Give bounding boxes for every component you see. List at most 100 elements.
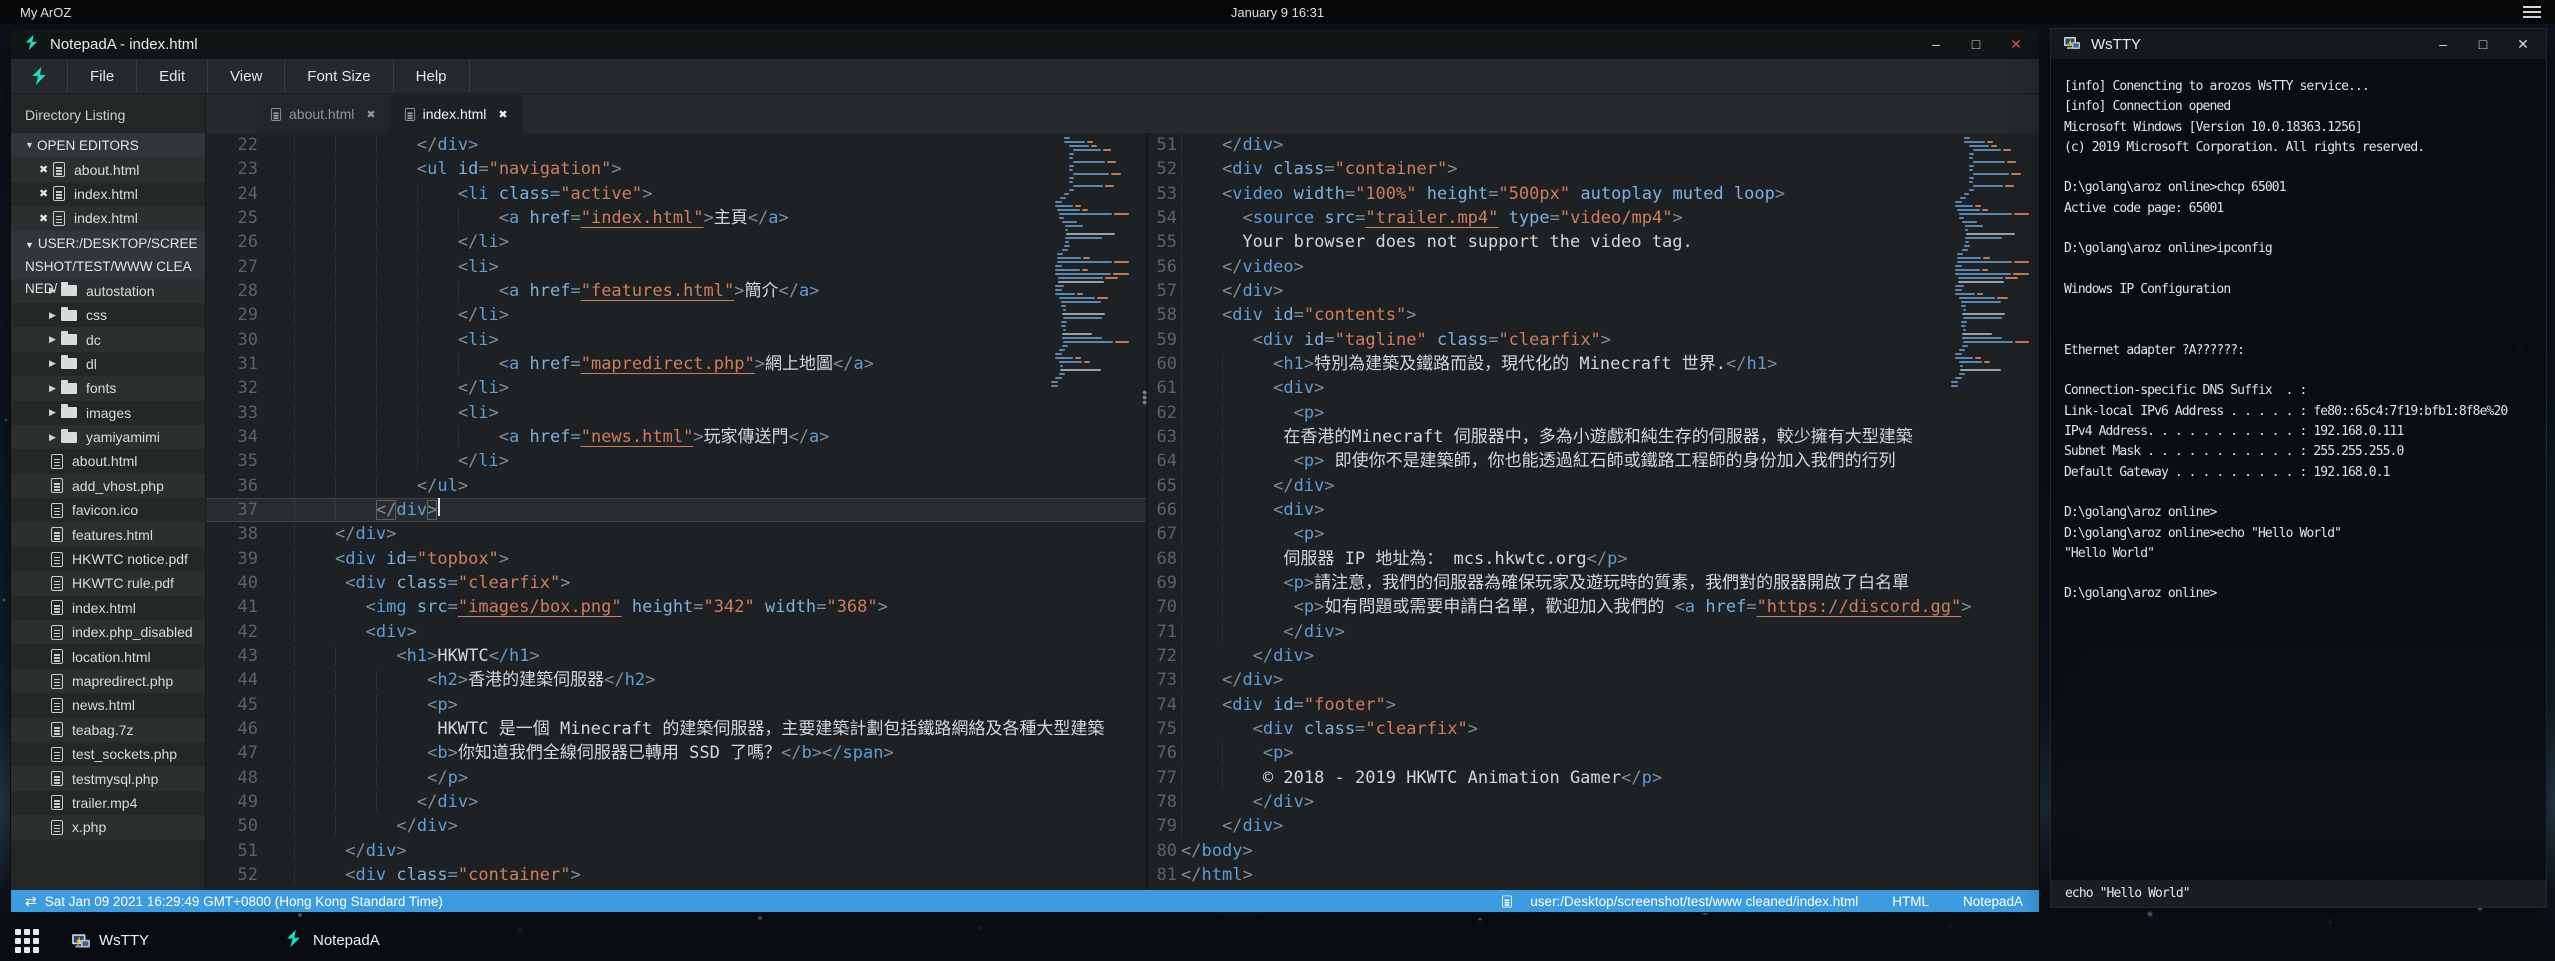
code-line-40[interactable]: 40 <div class="clearfix"> (206, 571, 1146, 595)
menu-item-help[interactable]: Help (394, 59, 470, 93)
code-line-26[interactable]: 26 </li> (206, 230, 1146, 254)
code-line-70[interactable]: 70 <p>如有問題或需要申請白名單，歡迎加入我們的 <a href="http… (1148, 595, 2039, 619)
open-editor-item[interactable]: ✖about.html (11, 157, 205, 181)
code-line-52[interactable]: 52 <div class="container"> (206, 863, 1146, 887)
code-line-32[interactable]: 32 </li> (206, 376, 1146, 400)
code-line-68[interactable]: 68 伺服器 IP 地址為： mcs.hkwtc.org</p> (1148, 547, 2039, 571)
file-item[interactable]: testmysql.php (11, 766, 205, 790)
code-line-72[interactable]: 72 </div> (1148, 644, 2039, 668)
notepada-titlebar[interactable]: NotepadA - index.html – □ ✕ (11, 29, 2039, 59)
code-line-65[interactable]: 65 </div> (1148, 474, 2039, 498)
close-button[interactable]: ✕ (2516, 36, 2530, 53)
hamburger-menu-icon[interactable] (2523, 6, 2541, 18)
statusbar-filepath[interactable]: user:/Desktop/screenshot/test/www cleane… (1530, 894, 1858, 909)
code-line-56[interactable]: 56 </video> (1148, 255, 2039, 279)
code-line-31[interactable]: 31 <a href="mapredirect.php">網上地圖</a> (206, 352, 1146, 376)
minimize-button[interactable]: – (1929, 36, 1943, 52)
code-line-37[interactable]: 37 </div> (206, 498, 1146, 522)
code-line-33[interactable]: 33 <li> (206, 401, 1146, 425)
minimap[interactable] (1051, 137, 1129, 389)
minimap[interactable] (1951, 137, 2029, 389)
code-line-79[interactable]: 79 </div> (1148, 814, 2039, 838)
code-line-77[interactable]: 77 © 2018 - 2019 HKWTC Animation Gamer</… (1148, 766, 2039, 790)
file-item[interactable]: features.html (11, 522, 205, 546)
app-launcher-grid-icon[interactable] (15, 929, 39, 953)
code-line-46[interactable]: 46 HKWTC 是一個 Minecraft 的建築伺服器，主要建築計劃包括鐵路… (206, 717, 1146, 741)
code-line-27[interactable]: 27 <li> (206, 255, 1146, 279)
close-icon[interactable]: ✖ (39, 212, 53, 225)
close-icon[interactable]: ✖ (498, 108, 507, 121)
maximize-button[interactable]: □ (2476, 36, 2490, 52)
code-line-42[interactable]: 42 <div> (206, 620, 1146, 644)
chevron-down-icon[interactable]: ▼ (25, 140, 37, 150)
open-editor-item[interactable]: ✖index.html (11, 206, 205, 230)
code-line-39[interactable]: 39 <div id="topbox"> (206, 547, 1146, 571)
code-line-38[interactable]: 38 </div> (206, 522, 1146, 546)
code-line-69[interactable]: 69 <p>請注意，我們的伺服器為確保玩家及遊玩時的質素，我們對的服器開啟了白名… (1148, 571, 2039, 595)
chevron-right-icon[interactable]: ▶ (49, 334, 61, 345)
code-line-80[interactable]: 80</body> (1148, 839, 2039, 863)
code-line-81[interactable]: 81</html> (1148, 863, 2039, 887)
file-item[interactable]: test_sockets.php (11, 742, 205, 766)
folder-item[interactable]: ▶dl (11, 352, 205, 376)
file-item[interactable]: location.html (11, 644, 205, 668)
file-item[interactable]: HKWTC rule.pdf (11, 571, 205, 595)
code-line-48[interactable]: 48 </p> (206, 766, 1146, 790)
code-line-74[interactable]: 74 <div id="footer"> (1148, 693, 2039, 717)
code-line-28[interactable]: 28 <a href="features.html">簡介</a> (206, 279, 1146, 303)
minimize-button[interactable]: – (2436, 36, 2450, 52)
file-item[interactable]: mapredirect.php (11, 669, 205, 693)
maximize-button[interactable]: □ (1969, 36, 1983, 52)
code-line-61[interactable]: 61 <div> (1148, 376, 2039, 400)
code-line-22[interactable]: 22 </div> (206, 133, 1146, 157)
chevron-right-icon[interactable]: ▶ (49, 285, 61, 296)
chevron-right-icon[interactable]: ▶ (49, 358, 61, 369)
code-line-78[interactable]: 78 </div> (1148, 790, 2039, 814)
menu-item-font-size[interactable]: Font Size (285, 59, 393, 93)
file-item[interactable]: HKWTC notice.pdf (11, 547, 205, 571)
code-line-52[interactable]: 52 <div class="container"> (1148, 157, 2039, 181)
open-editor-item[interactable]: ✖index.html (11, 182, 205, 206)
code-line-51[interactable]: 51 </div> (206, 839, 1146, 863)
code-line-75[interactable]: 75 <div class="clearfix"> (1148, 717, 2039, 741)
code-line-24[interactable]: 24 <li class="active"> (206, 182, 1146, 206)
code-line-60[interactable]: 60 <h1>特別為建築及鐵路而設，現代化的 Minecraft 世界.</h1… (1148, 352, 2039, 376)
right-editor-pane[interactable]: index.html✖ 51 </div>52 <div class="cont… (1148, 133, 2039, 890)
code-line-47[interactable]: 47 <b>你知道我們全線伺服器已轉用 SSD 了嗎？</b></span> (206, 741, 1146, 765)
file-item[interactable]: about.html (11, 449, 205, 473)
terminal-output[interactable]: [info] Conencting to arozos WsTTY servic… (2051, 59, 2546, 879)
folder-item[interactable]: ▶images (11, 401, 205, 425)
chevron-right-icon[interactable]: ▶ (49, 407, 61, 418)
code-line-55[interactable]: 55 Your browser does not support the vid… (1148, 230, 2039, 254)
file-item[interactable]: trailer.mp4 (11, 791, 205, 815)
folder-item[interactable]: ▶dc (11, 327, 205, 351)
system-menu-title[interactable]: My ArOZ (20, 5, 71, 20)
file-item[interactable]: index.html (11, 596, 205, 620)
code-line-66[interactable]: 66 <div> (1148, 498, 2039, 522)
menu-item-view[interactable]: View (208, 59, 285, 93)
chevron-right-icon[interactable]: ▶ (49, 310, 61, 321)
folder-item[interactable]: ▶fonts (11, 376, 205, 400)
editor-tab-index.html[interactable]: index.html✖ (390, 95, 522, 133)
code-line-76[interactable]: 76 <p> (1148, 741, 2039, 765)
sidebar-section-open-editors[interactable]: ▼OPEN EDITORS (11, 133, 205, 157)
close-icon[interactable]: ✖ (366, 108, 375, 121)
code-line-53[interactable]: 53 <video width="100%" height="500px" au… (1148, 182, 2039, 206)
close-icon[interactable]: ✖ (39, 187, 53, 200)
code-line-41[interactable]: 41 <img src="images/box.png" height="342… (206, 595, 1146, 619)
terminal-input[interactable]: echo "Hello World" (2051, 879, 2546, 907)
code-line-29[interactable]: 29 </li> (206, 303, 1146, 327)
code-line-45[interactable]: 45 <p> (206, 693, 1146, 717)
code-line-64[interactable]: 64 <p> 即使你不是建築師，你也能透過紅石師或鐵路工程師的身份加入我們的行列 (1148, 449, 2039, 473)
code-line-35[interactable]: 35 </li> (206, 449, 1146, 473)
code-line-51[interactable]: 51 </div> (1148, 133, 2039, 157)
menu-item-file[interactable]: File (68, 59, 137, 93)
folder-item[interactable]: ▶yamiyamimi (11, 425, 205, 449)
chevron-right-icon[interactable]: ▶ (49, 432, 61, 443)
file-item[interactable]: add_vhost.php (11, 474, 205, 498)
file-item[interactable]: index.php_disabled (11, 620, 205, 644)
code-line-23[interactable]: 23 <ul id="navigation"> (206, 157, 1146, 181)
code-line-44[interactable]: 44 <h2>香港的建築伺服器</h2> (206, 668, 1146, 692)
file-item[interactable]: x.php (11, 815, 205, 839)
code-line-59[interactable]: 59 <div id="tagline" class="clearfix"> (1148, 328, 2039, 352)
